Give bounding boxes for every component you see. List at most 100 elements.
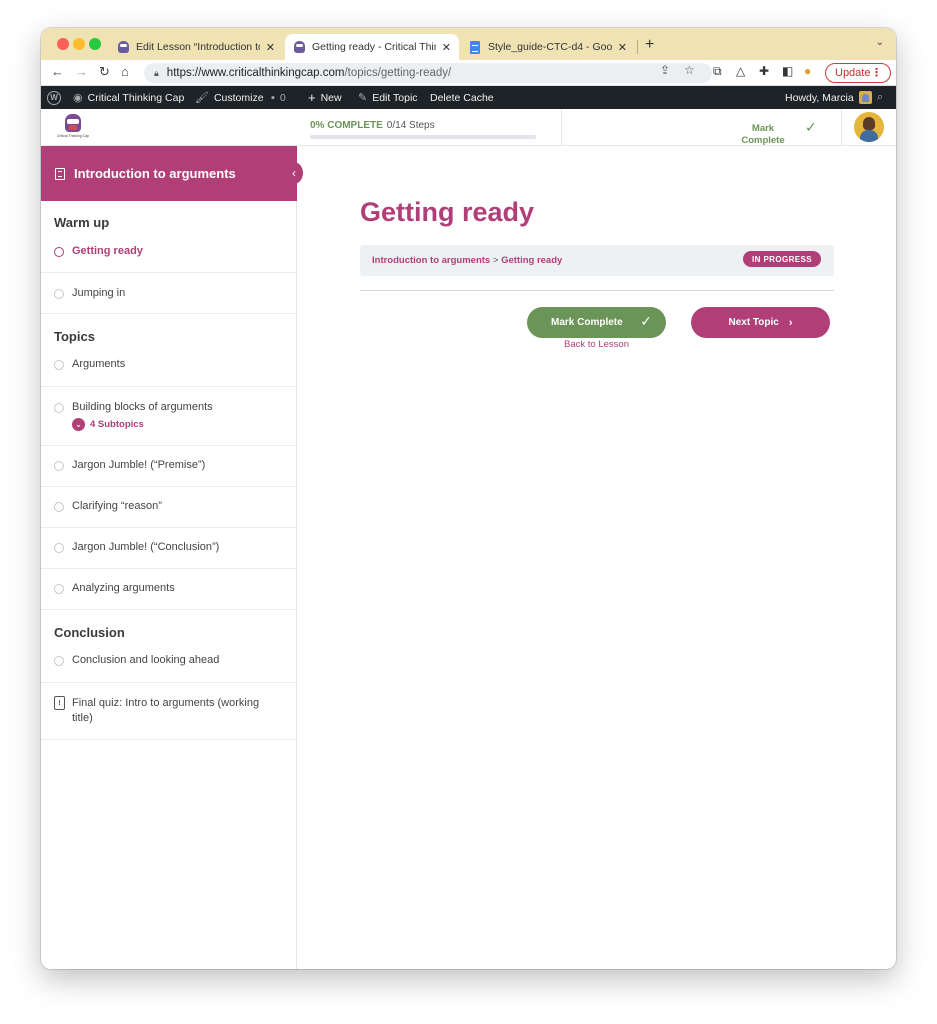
sidebar-item-getting-ready[interactable]: Getting ready — [41, 245, 297, 273]
next-topic-button[interactable]: Next Topic › — [691, 307, 830, 338]
browser-window: Edit Lesson “Introduction to ar ✕ Gettin… — [41, 28, 896, 969]
sidebar-item-label: Jumping in — [72, 287, 126, 299]
status-circle-icon — [54, 461, 64, 471]
sidebar-item-jumping-in[interactable]: Jumping in — [41, 273, 297, 314]
close-window-button[interactable] — [57, 38, 69, 50]
tab-strip: Edit Lesson “Introduction to ar ✕ Gettin… — [41, 28, 896, 60]
mark-complete-button[interactable]: Mark Complete ✓ — [527, 307, 666, 338]
status-circle-icon — [54, 502, 64, 512]
side-panel-icon[interactable]: ◧ — [782, 64, 793, 78]
home-icon[interactable]: ⌂ — [121, 64, 129, 79]
lock-icon: 🔒︎ — [154, 67, 159, 78]
customize-label: Customize — [213, 91, 264, 104]
user-account-menu[interactable]: Howdy, Marcia — [785, 86, 872, 109]
wordpress-logo-icon[interactable]: W — [47, 86, 61, 109]
page-title: Getting ready — [360, 197, 535, 227]
tab-edit-lesson[interactable]: Edit Lesson “Introduction to ar ✕ — [109, 34, 283, 60]
back-to-lesson-link[interactable]: Back to Lesson — [527, 339, 666, 350]
breadcrumb-bar: Introduction to arguments > Getting read… — [360, 245, 834, 276]
wp-admin-bar: W ◉ Critical Thinking Cap 🖌︎ Customize ▪… — [41, 86, 896, 109]
extensions-puzzle-icon[interactable]: ✚ — [759, 64, 769, 78]
tab-label: Getting ready - Critical Thinkin — [312, 41, 436, 53]
breadcrumb-lesson-link[interactable]: Introduction to arguments — [372, 255, 490, 266]
delete-cache-label: Delete Cache — [430, 91, 494, 104]
site-name: Critical Thinking Cap — [87, 91, 185, 104]
subtopics-toggle[interactable]: ⌄ 4 Subtopics — [72, 418, 144, 431]
sidebar-item-conclusion-looking-ahead[interactable]: Conclusion and looking ahead — [41, 654, 297, 683]
search-icon[interactable]: ⌕ — [877, 86, 883, 109]
subtopics-label: 4 Subtopics — [90, 419, 144, 430]
content-divider — [360, 290, 834, 291]
status-circle-icon — [54, 584, 64, 594]
url-domain: https://www.criticalthinkingcap.com — [166, 67, 345, 79]
pencil-icon: ✎ — [358, 92, 368, 104]
maximize-window-button[interactable] — [89, 38, 101, 50]
back-arrow-icon[interactable]: ← — [51, 64, 64, 79]
new-tab-button[interactable]: + — [645, 36, 654, 54]
update-label: Update — [835, 67, 871, 79]
sidebar-item-analyzing-arguments[interactable]: Analyzing arguments — [41, 569, 297, 610]
edit-topic-label: Edit Topic — [372, 91, 418, 104]
comment-icon: ▪ — [271, 91, 275, 104]
header-divider — [841, 109, 842, 146]
comments-link[interactable]: ▪ 0 — [271, 86, 286, 109]
mark-complete-label: Mark Complete — [551, 317, 623, 328]
cloud-icon[interactable]: △ — [736, 64, 745, 78]
profile-icon[interactable]: ● — [804, 64, 811, 78]
status-circle-icon — [54, 360, 64, 370]
sidebar-item-label: Jargon Jumble! (“Premise”) — [72, 459, 206, 471]
breadcrumb: Introduction to arguments > Getting read… — [372, 255, 562, 266]
sidebar-item-jargon-conclusion[interactable]: Jargon Jumble! (“Conclusion”) — [41, 528, 297, 569]
customize-link[interactable]: 🖌︎ Customize — [195, 86, 264, 109]
progress-text: 0% COMPLETE 0/14 Steps — [310, 120, 536, 131]
sidebar-item-arguments[interactable]: Arguments — [41, 358, 297, 387]
sidebar-item-label: Final quiz: Intro to arguments (working … — [72, 697, 260, 724]
tab-label: Edit Lesson “Introduction to ar — [136, 41, 260, 53]
site-name-link[interactable]: ◉ Critical Thinking Cap — [73, 86, 184, 109]
extension-copy-icon[interactable]: ⧉ — [713, 64, 722, 79]
tab-getting-ready[interactable]: Getting ready - Critical Thinkin ✕ — [285, 34, 459, 60]
breadcrumb-separator: > — [492, 255, 499, 266]
url-input[interactable]: 🔒︎ https://www.criticalthinkingcap.com/t… — [144, 63, 712, 83]
sidebar-item-jargon-premise[interactable]: Jargon Jumble! (“Premise”) — [41, 446, 297, 487]
chevron-right-icon: › — [788, 316, 793, 329]
address-bar: ← → ↻ ⌂ 🔒︎ https://www.criticalthinkingc… — [41, 60, 896, 86]
sidebar-item-clarifying-reason[interactable]: Clarifying “reason” — [41, 487, 297, 528]
tab-style-guide[interactable]: Style_guide-CTC-d4 - Google ✕ — [461, 34, 635, 60]
tab-close-icon[interactable]: ✕ — [442, 41, 451, 54]
sidebar-item-final-quiz[interactable]: ! Final quiz: Intro to arguments (workin… — [41, 683, 297, 740]
course-progress: 0% COMPLETE 0/14 Steps — [310, 120, 536, 139]
course-header: Critical Thinking Cap 0% COMPLETE 0/14 St… — [41, 109, 896, 146]
delete-cache-link[interactable]: Delete Cache — [430, 86, 494, 109]
user-avatar[interactable] — [854, 112, 884, 142]
section-heading-topics: Topics — [54, 329, 95, 344]
update-button[interactable]: Update ⋮ — [825, 63, 891, 83]
status-circle-icon — [54, 289, 64, 299]
share-icon[interactable]: ⇪ — [660, 63, 670, 77]
lesson-sidebar: Introduction to arguments ‹ Warm up Gett… — [41, 146, 303, 969]
site-logo[interactable]: Critical Thinking Cap — [52, 114, 94, 142]
tab-close-icon[interactable]: ✕ — [618, 41, 627, 54]
sidebar-item-building-blocks[interactable]: Building blocks of arguments — [41, 387, 297, 446]
bookmark-star-icon[interactable]: ☆ — [684, 63, 695, 77]
howdy-text: Howdy, Marcia — [785, 91, 854, 104]
forward-arrow-icon[interactable]: → — [75, 64, 88, 79]
tab-close-icon[interactable]: ✕ — [266, 41, 275, 54]
edit-topic-link[interactable]: ✎ Edit Topic — [358, 86, 418, 109]
sidebar-item-label: Arguments — [72, 358, 126, 370]
tab-search-chevron-icon[interactable]: ⌄ — [876, 37, 884, 48]
sidebar-item-label: Building blocks of arguments — [72, 401, 213, 413]
status-circle-icon — [54, 247, 64, 257]
sidebar-item-label: Analyzing arguments — [72, 582, 175, 594]
new-content-link[interactable]: + New — [308, 86, 342, 109]
section-heading-warm-up: Warm up — [54, 215, 110, 230]
progress-percent: 0% COMPLETE — [310, 120, 383, 131]
header-mark-complete-button[interactable]: Mark Complete — [738, 123, 788, 147]
lesson-document-icon — [55, 167, 65, 180]
breadcrumb-topic-link[interactable]: Getting ready — [501, 255, 562, 266]
lesson-title-header[interactable]: Introduction to arguments — [41, 146, 297, 201]
reload-icon[interactable]: ↻ — [99, 64, 110, 80]
collapse-sidebar-chevron-icon[interactable]: ‹ — [285, 162, 303, 184]
minimize-window-button[interactable] — [73, 38, 85, 50]
comments-count: 0 — [279, 91, 286, 104]
